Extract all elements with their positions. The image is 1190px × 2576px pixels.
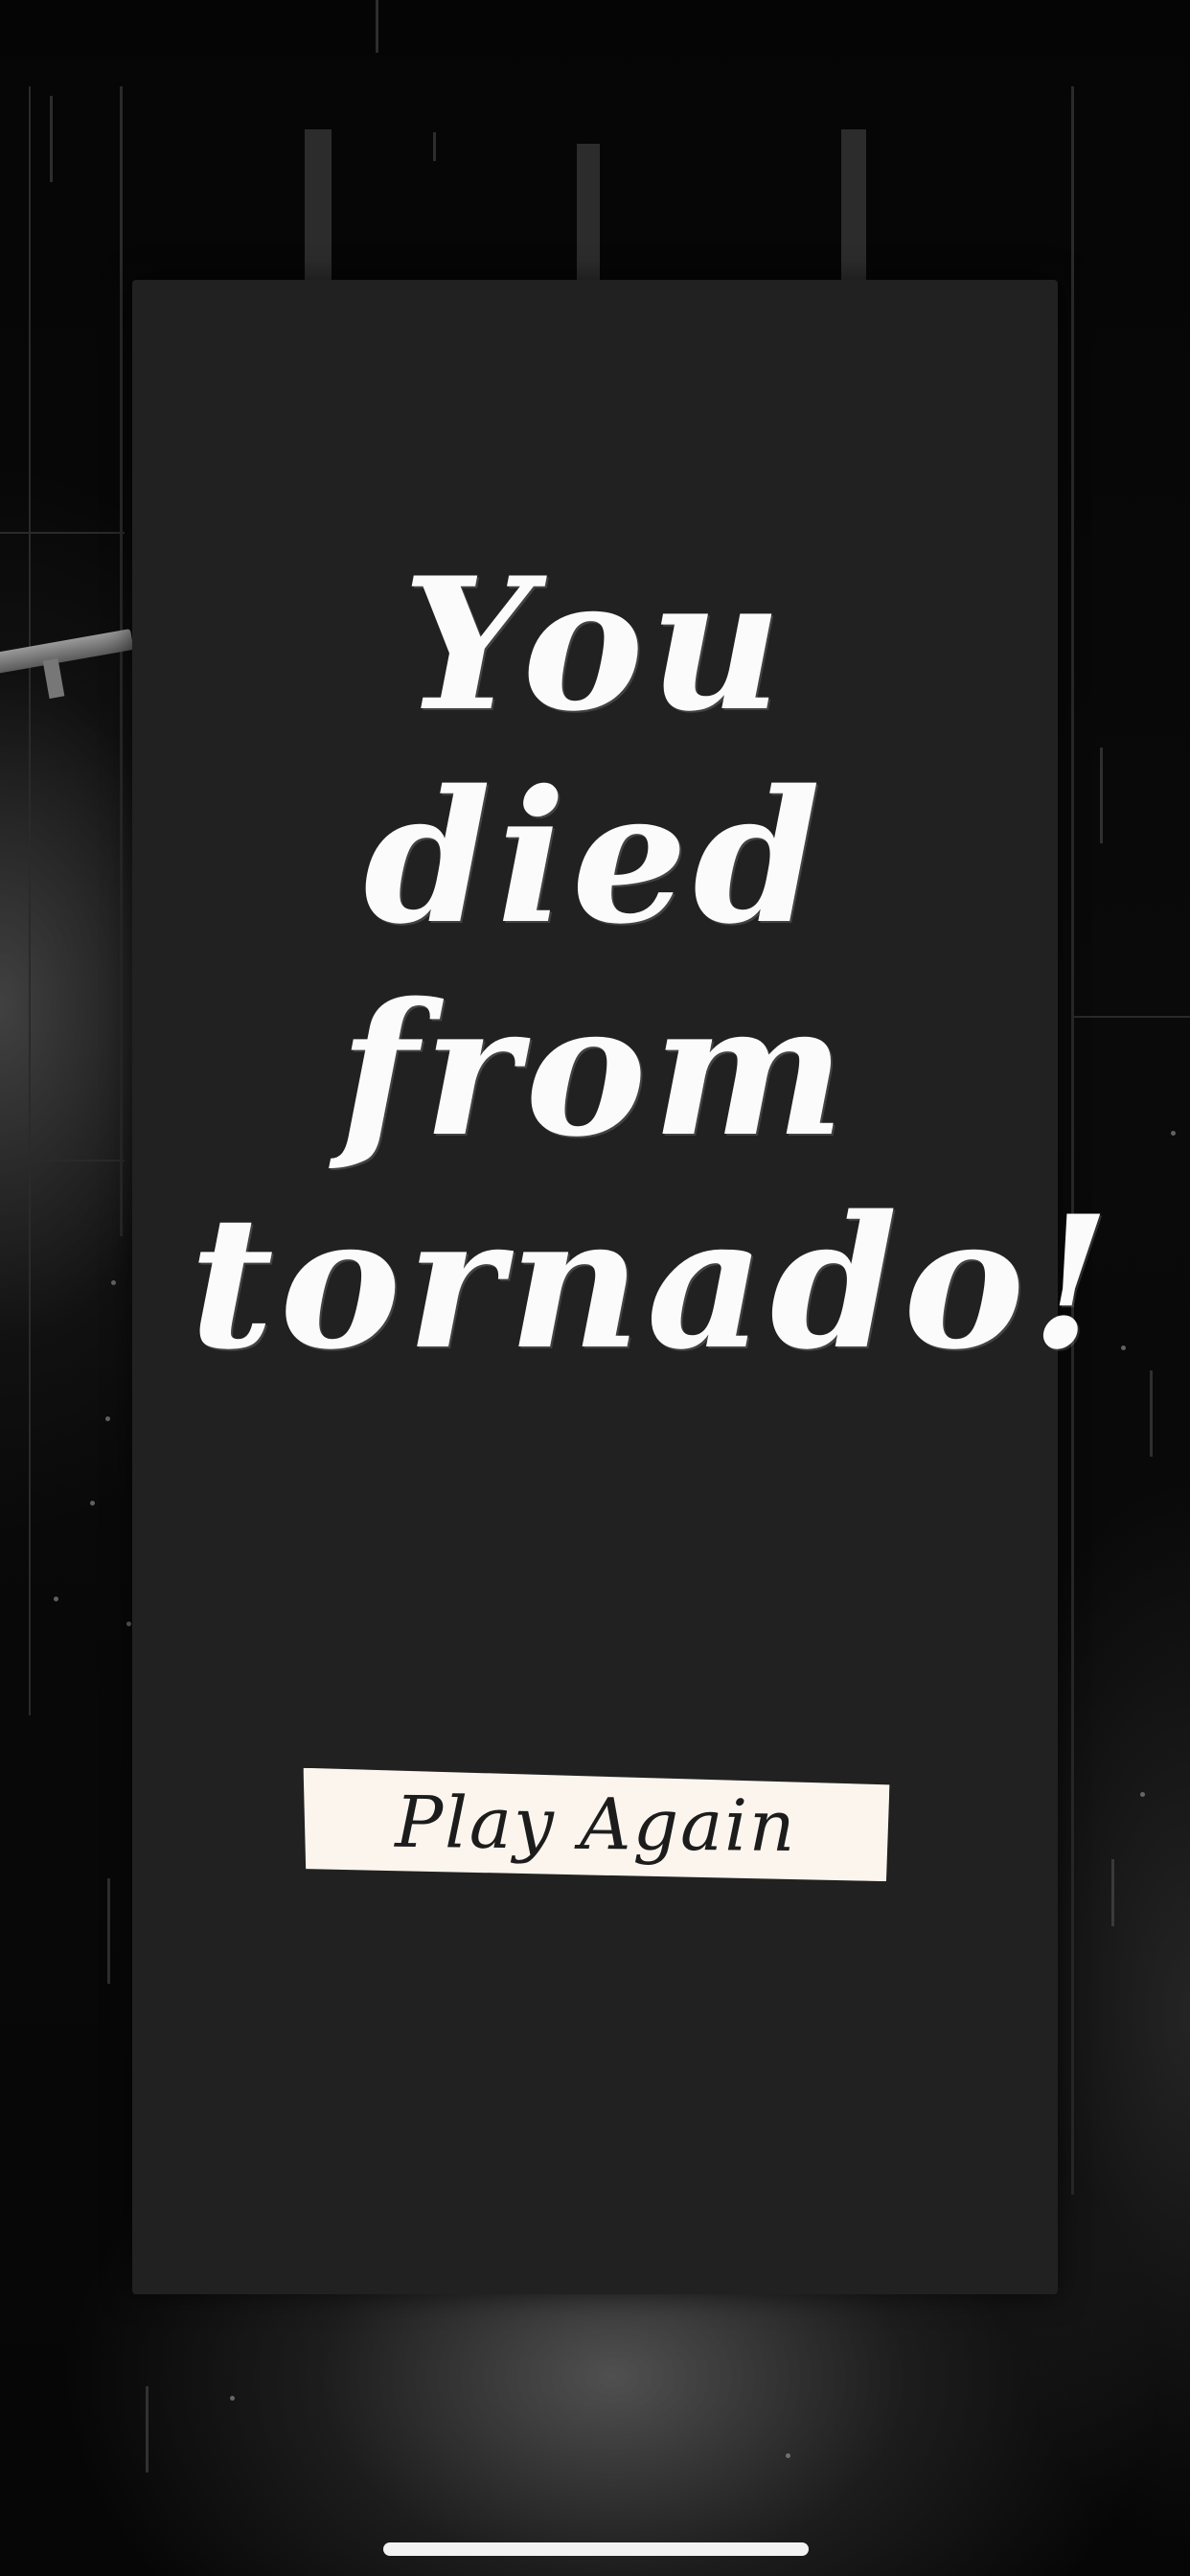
background-post xyxy=(577,144,600,283)
dust-particle xyxy=(1171,1131,1176,1136)
dust-particle xyxy=(230,2396,235,2401)
dust-particle xyxy=(1121,1346,1126,1350)
play-again-button[interactable]: Play Again xyxy=(302,1768,889,1881)
rain-streak xyxy=(433,132,436,161)
rain-streak xyxy=(1100,748,1103,843)
dust-particle xyxy=(1140,1792,1145,1797)
rain-streak xyxy=(107,1878,110,1984)
rain-streak xyxy=(1111,1859,1114,1926)
debris-pole-bracket xyxy=(42,657,65,700)
death-message: You died from tornado! xyxy=(190,538,1116,1390)
wall-divider xyxy=(29,86,31,1715)
rain-streak xyxy=(146,2386,149,2472)
background-post xyxy=(841,129,866,283)
dust-particle xyxy=(90,1501,95,1506)
dust-particle xyxy=(786,2453,790,2458)
wall-divider xyxy=(0,1160,125,1162)
rain-streak xyxy=(1150,1370,1153,1457)
wall-divider xyxy=(120,86,123,1236)
wall-divider xyxy=(0,532,125,534)
debris-pole xyxy=(0,629,134,675)
wall-divider xyxy=(1071,86,1074,2195)
wall-divider xyxy=(1071,1016,1190,1018)
death-panel: You died from tornado! Play Again xyxy=(132,280,1116,2294)
rain-streak xyxy=(376,0,378,53)
rain-streak xyxy=(50,96,53,182)
play-again-label: Play Again xyxy=(394,1781,798,1869)
home-indicator[interactable] xyxy=(383,2542,809,2556)
dust-particle xyxy=(105,1416,110,1421)
dust-particle xyxy=(111,1280,116,1285)
background-post xyxy=(305,129,332,283)
dust-particle xyxy=(126,1622,131,1626)
dust-particle xyxy=(54,1597,58,1601)
